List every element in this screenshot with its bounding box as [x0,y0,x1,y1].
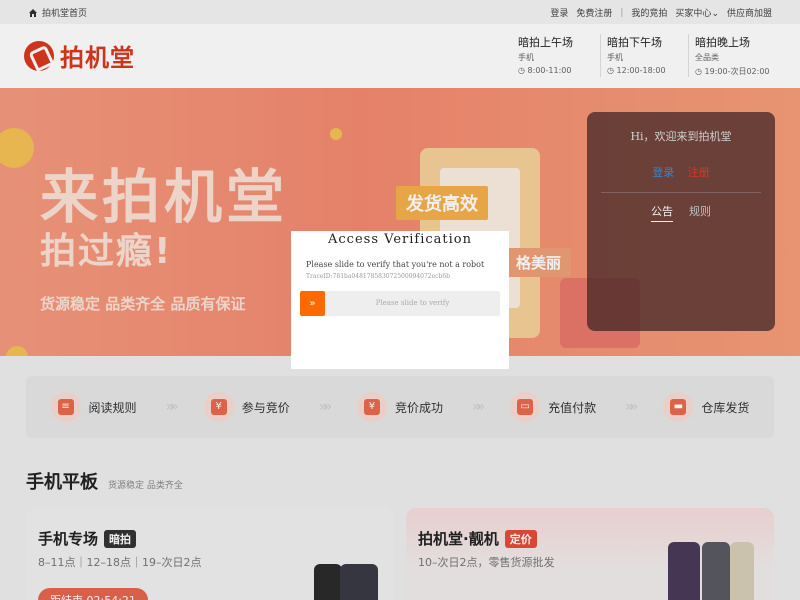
verification-dialog: Access Verification Please slide to veri… [291,231,509,369]
double-arrow-icon: » [309,298,316,309]
trace-id: TraceID:781ba048178583072500094072ecb6b [306,273,451,280]
dialog-description: Please slide to verify that you're not a… [306,260,485,269]
slide-verify-track[interactable]: Please slide to verify » [300,291,500,316]
slider-handle[interactable]: » [300,291,325,316]
dialog-title: Access Verification [328,232,472,247]
slide-hint: Please slide to verify [375,299,450,307]
